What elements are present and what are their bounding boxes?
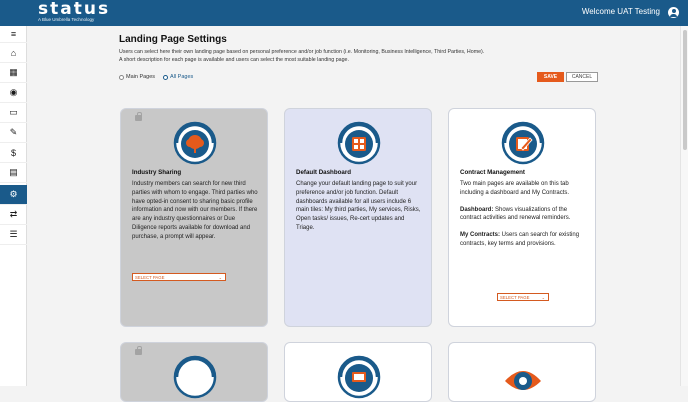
chevron-down-icon: ⌄ — [541, 295, 545, 300]
lock-icon — [135, 346, 142, 355]
gear-icon[interactable]: ⚙ — [0, 185, 27, 205]
card-row2-1[interactable] — [120, 342, 268, 402]
contract-intro: Two main pages are available on this tab… — [460, 181, 570, 196]
card-description: Two main pages are available on this tab… — [460, 180, 588, 249]
card-title: Industry Sharing — [132, 169, 182, 176]
select-page-dropdown[interactable]: SELECT PAGE ⌄ — [132, 273, 226, 281]
card-default-dashboard[interactable]: Default Dashboard Change your default la… — [284, 108, 432, 327]
card-description: Change your default landing page to suit… — [296, 181, 421, 231]
contract-edit-icon — [501, 121, 545, 165]
select-label: SELECT PAGE — [135, 274, 165, 280]
building-icon[interactable]: ▦ — [0, 63, 27, 83]
logo-text: status — [38, 0, 111, 19]
welcome-text: Welcome UAT Testing — [581, 7, 660, 16]
main-content: Landing Page Settings Users can select h… — [28, 26, 680, 402]
tree-icon — [173, 121, 217, 165]
top-bar: status A Blue Umbrella Technology Welcom… — [0, 0, 688, 26]
monitor-icon — [337, 355, 381, 399]
page-description: Users can select here their own landing … — [119, 48, 599, 64]
select-label: SELECT PAGE — [500, 294, 530, 300]
vertical-scrollbar[interactable] — [680, 26, 688, 386]
radio-all-pages[interactable]: All Pages — [163, 74, 193, 80]
card-description: Industry members can search for new thir… — [132, 181, 258, 240]
chevron-down-icon: ⌄ — [218, 275, 222, 280]
lock-icon — [135, 112, 142, 121]
radio-dot[interactable] — [119, 74, 124, 80]
select-page-dropdown[interactable]: SELECT PAGE ⌄ — [497, 293, 549, 301]
document-icon[interactable]: ▤ — [0, 163, 27, 183]
radio-all-label: All Pages — [170, 74, 194, 80]
eye-icon[interactable]: ◉ — [0, 83, 27, 103]
scrollbar-thumb[interactable] — [683, 30, 687, 150]
brand-logo[interactable]: status A Blue Umbrella Technology — [38, 0, 111, 23]
list-icon[interactable]: ☰ — [0, 225, 27, 245]
edit-icon[interactable]: ✎ — [0, 123, 27, 143]
transfer-icon[interactable]: ⇄ — [0, 205, 27, 225]
cancel-button[interactable]: CANCEL — [566, 72, 598, 82]
logo-tagline: A Blue Umbrella Technology — [38, 17, 95, 22]
card-title: Contract Management — [460, 169, 525, 176]
card-row2-3[interactable] — [448, 342, 596, 402]
radio-main-pages[interactable]: Main Pages — [119, 74, 155, 80]
card-contract-management[interactable]: Contract Management Two main pages are a… — [448, 108, 596, 327]
page-title: Landing Page Settings — [119, 34, 227, 45]
home-icon[interactable]: ⌂ — [0, 43, 27, 63]
monitor-icon[interactable]: ▭ — [0, 103, 27, 123]
save-button[interactable]: SAVE — [537, 72, 564, 82]
eye-monitoring-icon — [505, 371, 541, 390]
card-title: Default Dashboard — [296, 169, 352, 176]
user-account-icon[interactable] — [668, 7, 679, 18]
dashboard-icon — [337, 121, 381, 165]
radio-dot[interactable] — [163, 74, 169, 80]
contract-mycontracts-desc: My Contracts: Users can search for exist… — [460, 232, 580, 247]
menu-icon[interactable]: ≡ — [0, 26, 27, 43]
card-industry-sharing[interactable]: Industry Sharing Industry members can se… — [120, 108, 268, 327]
page-filter-radios: Main Pages All Pages — [119, 74, 193, 80]
description-line-1: Users can select here their own landing … — [119, 49, 485, 55]
description-line-2: A short description for each page is ava… — [119, 57, 349, 63]
contract-dashboard-desc: Dashboard: Shows visualizations of the c… — [460, 206, 571, 222]
radio-main-label: Main Pages — [126, 74, 156, 80]
globe-icon — [173, 355, 217, 399]
card-row2-2[interactable] — [284, 342, 432, 402]
sidebar: ≡ ⌂ ▦ ◉ ▭ ✎ $ ▤ ▁▃▅ ⚙ ⇄ ☰ — [0, 26, 27, 386]
dollar-icon[interactable]: $ — [0, 143, 27, 163]
